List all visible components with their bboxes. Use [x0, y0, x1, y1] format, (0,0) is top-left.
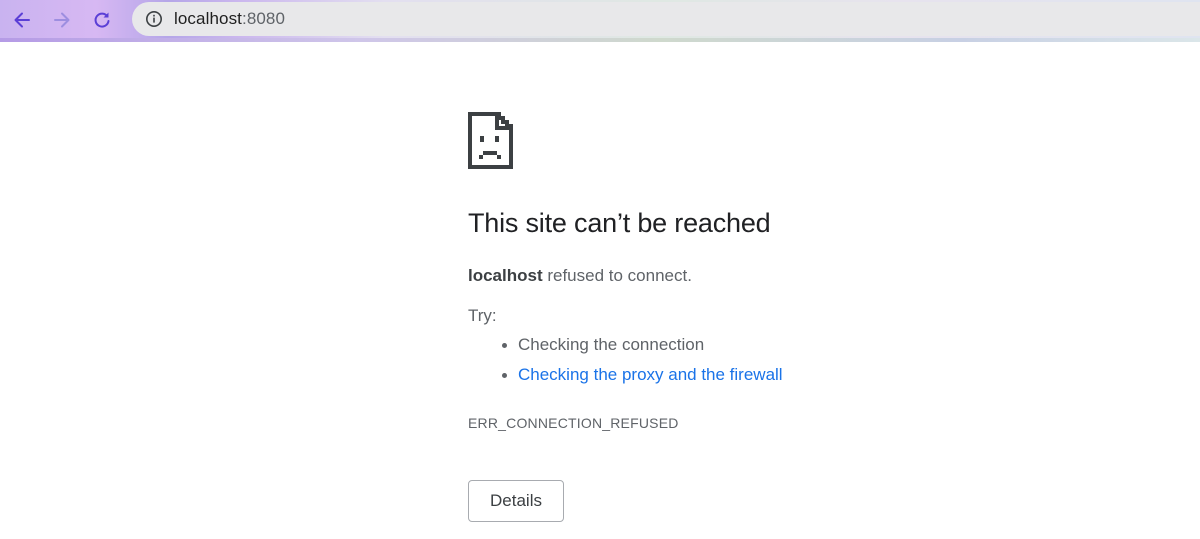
try-label: Try:: [468, 306, 497, 325]
back-button[interactable]: [8, 6, 36, 34]
info-icon: [146, 11, 162, 27]
site-info-button[interactable]: [144, 9, 164, 29]
details-button[interactable]: Details: [468, 480, 564, 522]
url-port: :8080: [242, 9, 286, 28]
suggestions-list: Checking the connection Checking the pro…: [468, 332, 783, 392]
address-url[interactable]: localhost:8080: [174, 9, 285, 29]
error-page: This site can’t be reached localhost ref…: [468, 112, 1068, 522]
suggestion-check-proxy-firewall: Checking the proxy and the firewall: [502, 362, 783, 392]
reload-button[interactable]: [88, 6, 116, 34]
reload-icon: [94, 12, 110, 28]
error-title: This site can’t be reached: [468, 208, 771, 238]
error-code: ERR_CONNECTION_REFUSED: [468, 415, 679, 431]
check-proxy-firewall-link[interactable]: Checking the proxy and the firewall: [518, 365, 783, 384]
suggestion-check-connection: Checking the connection: [502, 332, 783, 362]
forward-button[interactable]: [48, 6, 76, 34]
error-host: localhost: [468, 266, 543, 285]
arrow-left-icon: [14, 12, 30, 28]
browser-toolbar: localhost:8080: [0, 0, 1200, 42]
arrow-right-icon: [54, 12, 70, 28]
address-bar[interactable]: localhost:8080: [132, 2, 1200, 36]
error-message-text: refused to connect.: [542, 266, 692, 285]
sad-document-icon: [468, 112, 513, 169]
url-host: localhost: [174, 9, 242, 28]
error-message: localhost refused to connect.: [468, 266, 692, 286]
